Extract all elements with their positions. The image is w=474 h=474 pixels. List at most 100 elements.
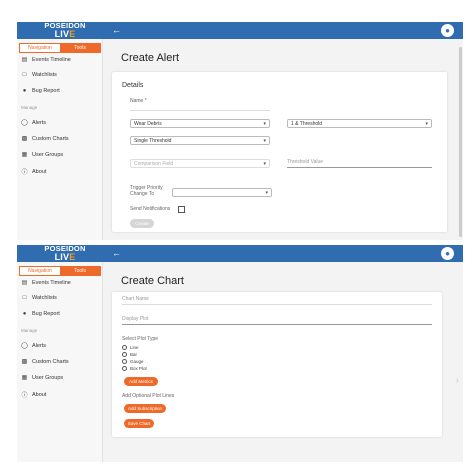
bug-icon: ●: [22, 88, 27, 94]
page-title: Create Chart: [121, 275, 184, 287]
metric-select[interactable]: Wear Debris ▾: [130, 119, 270, 128]
back-arrow-icon[interactable]: ←: [112, 25, 121, 35]
chevron-down-icon: ▾: [263, 161, 266, 167]
clipboard-icon: □: [22, 295, 27, 301]
sidebar-item-about[interactable]: ⓘ About: [21, 167, 47, 177]
threshold-type-select[interactable]: Single Threshold ▾: [130, 136, 270, 145]
info-icon: ⓘ: [21, 170, 28, 176]
radio-icon: [122, 366, 127, 371]
chart-panel: POSEIDON LIVE ← ● Navigation Tools ▤ Even…: [17, 245, 463, 462]
alert-form-card: Details Name * Wear Debris ▾ 1 & Threshol…: [112, 72, 447, 232]
sidebar-item-label: Watchlists: [32, 295, 57, 301]
sidebar: Navigation Tools ▤ Events Timeline □ Watch…: [17, 262, 103, 462]
sidebar-item-user-groups[interactable]: ▦ User Groups: [21, 151, 64, 159]
alert-icon: ◯: [21, 120, 28, 126]
page-title: Create Alert: [121, 52, 180, 64]
sidebar-item-label: About: [32, 168, 47, 175]
comparison-field-select[interactable]: Comparison Field ▾: [130, 159, 270, 168]
alert-panel: POSEIDON LIVE ← ● Navigation Tools ▤ Even…: [17, 22, 463, 240]
users-icon: ▦: [21, 375, 28, 381]
sidebar-item-events-timeline[interactable]: ▤ Events Timeline: [21, 56, 71, 64]
save-chart-button[interactable]: Save Chart: [124, 419, 154, 428]
brand-line2: LIV: [54, 252, 70, 262]
radio-icon: [122, 352, 127, 357]
threshold-placeholder: Threshold Value: [287, 159, 324, 165]
sidebar-item-events-timeline[interactable]: ▤ Events Timeline: [21, 279, 71, 287]
trigger-priority-label: Trigger Priority Change To: [130, 185, 163, 197]
calendar-icon: ▤: [21, 57, 28, 63]
users-icon: ▦: [21, 152, 28, 158]
tab-navigation[interactable]: Navigation: [20, 267, 60, 275]
chart-form-card: Chart Name Display Plot Select Plot Type…: [112, 292, 442, 437]
sidebar: Navigation Tools ▤ Events Timeline □ Watch…: [17, 39, 103, 240]
threshold-value-input[interactable]: Threshold Value: [287, 157, 432, 168]
tab-tools[interactable]: Tools: [60, 44, 100, 52]
sidebar-item-alerts[interactable]: ◯ Alerts: [21, 342, 47, 350]
sidebar-item-bug-report[interactable]: ● Bug Report: [21, 311, 60, 317]
manage-section-label: Manage: [21, 105, 38, 110]
chevron-down-icon: ▾: [425, 121, 428, 127]
sidebar-item-watchlists[interactable]: □ Watchlists: [21, 295, 57, 301]
nav-tabs: Navigation Tools: [19, 43, 101, 53]
nav-tabs: Navigation Tools: [19, 266, 101, 276]
radio-icon: [122, 359, 127, 364]
sidebar-item-label: Alerts: [32, 342, 47, 349]
details-heading: Details: [122, 82, 144, 89]
brand-line2: LIV: [54, 29, 70, 39]
scrollbar[interactable]: [459, 47, 462, 237]
radio-label: Bar: [130, 352, 138, 357]
sidebar-item-user-groups[interactable]: ▦ User Groups: [21, 374, 64, 382]
metric-select-value: Wear Debris: [134, 121, 162, 127]
sidebar-item-label: Alerts: [32, 119, 47, 126]
sidebar-item-label: Events Timeline: [32, 279, 71, 286]
tab-navigation[interactable]: Navigation: [20, 44, 60, 52]
sidebar-item-label: Events Timeline: [32, 56, 71, 63]
name-input[interactable]: [130, 100, 270, 111]
back-arrow-icon[interactable]: ←: [112, 248, 121, 258]
brand-logo[interactable]: POSEIDON LIVE: [35, 22, 95, 39]
add-metrics-button[interactable]: Add Metrics: [124, 377, 158, 386]
comparison-placeholder: Comparison Field: [134, 161, 174, 167]
radio-label: Box Plot: [130, 366, 147, 371]
condition-select-value: 1 & Threshold: [291, 121, 323, 127]
radio-box-plot[interactable]: Box Plot: [122, 366, 147, 371]
chart-name-input[interactable]: Chart Name: [122, 294, 432, 305]
chevron-down-icon: ▾: [265, 190, 268, 196]
trigger-priority-select[interactable]: ▾: [172, 188, 272, 197]
sidebar-item-alerts[interactable]: ◯ Alerts: [21, 119, 47, 127]
sidebar-item-label: User Groups: [32, 151, 64, 158]
radio-label: Line: [130, 345, 139, 350]
display-plot-input[interactable]: Display Plot: [122, 314, 432, 325]
sidebar-item-label: User Groups: [32, 374, 64, 381]
top-bar: POSEIDON LIVE ← ●: [17, 245, 463, 262]
threshold-type-value: Single Threshold: [134, 138, 172, 144]
radio-label: Gauge: [130, 359, 144, 364]
sidebar-item-about[interactable]: ⓘ About: [21, 390, 46, 400]
send-notifications-label: Send Notifications: [130, 206, 171, 212]
tab-tools[interactable]: Tools: [60, 267, 100, 275]
radio-icon: [122, 345, 127, 350]
user-avatar-icon[interactable]: ●: [441, 24, 454, 37]
chevron-right-icon[interactable]: ›: [456, 375, 459, 386]
radio-line[interactable]: Line: [122, 345, 139, 350]
condition-select[interactable]: 1 & Threshold ▾: [287, 119, 432, 128]
chart-name-placeholder: Chart Name: [122, 296, 149, 302]
chevron-down-icon: ▾: [263, 121, 266, 127]
sidebar-item-watchlists[interactable]: □ Watchlists: [21, 72, 57, 78]
sidebar-item-custom-charts[interactable]: ▩ Custom Charts: [21, 358, 69, 366]
add-subscription-button[interactable]: Add Subscription: [124, 404, 166, 413]
calendar-icon: ▤: [21, 280, 28, 286]
create-button[interactable]: Create: [130, 219, 154, 228]
brand-logo[interactable]: POSEIDON LIVE: [35, 245, 95, 262]
user-avatar-icon[interactable]: ●: [441, 247, 454, 260]
send-notifications-checkbox[interactable]: [178, 206, 185, 213]
sidebar-item-label: Watchlists: [32, 72, 57, 78]
radio-gauge[interactable]: Gauge: [122, 359, 144, 364]
chart-icon: ▩: [21, 136, 28, 142]
sidebar-item-bug-report[interactable]: ● Bug Report: [21, 88, 60, 94]
manage-section-label: Manage: [21, 328, 38, 333]
sidebar-item-custom-charts[interactable]: ▩ Custom Charts: [21, 135, 69, 143]
sidebar-item-label: Bug Report: [32, 88, 60, 94]
brand-line2-accent: E: [69, 252, 76, 262]
radio-bar[interactable]: Bar: [122, 352, 137, 357]
